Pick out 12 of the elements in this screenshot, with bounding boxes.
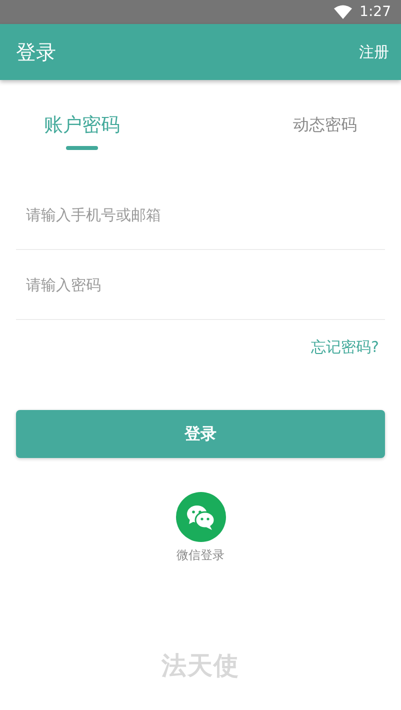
wechat-login-button[interactable]	[176, 492, 226, 542]
forgot-password-link[interactable]: 忘记密码?	[311, 338, 379, 357]
wifi-icon	[334, 5, 352, 19]
register-button[interactable]: 注册	[359, 38, 389, 66]
login-button[interactable]: 登录	[16, 410, 385, 458]
login-tab[interactable]: 动态密码	[293, 114, 357, 136]
page-title: 登录	[16, 38, 56, 66]
login-tab[interactable]: 账户密码	[44, 112, 120, 138]
tab-indicator	[66, 146, 98, 150]
chat-bubbles-icon	[186, 504, 216, 530]
wechat-login-label: 微信登录	[176, 547, 224, 564]
status-time: 1:27	[360, 4, 391, 20]
